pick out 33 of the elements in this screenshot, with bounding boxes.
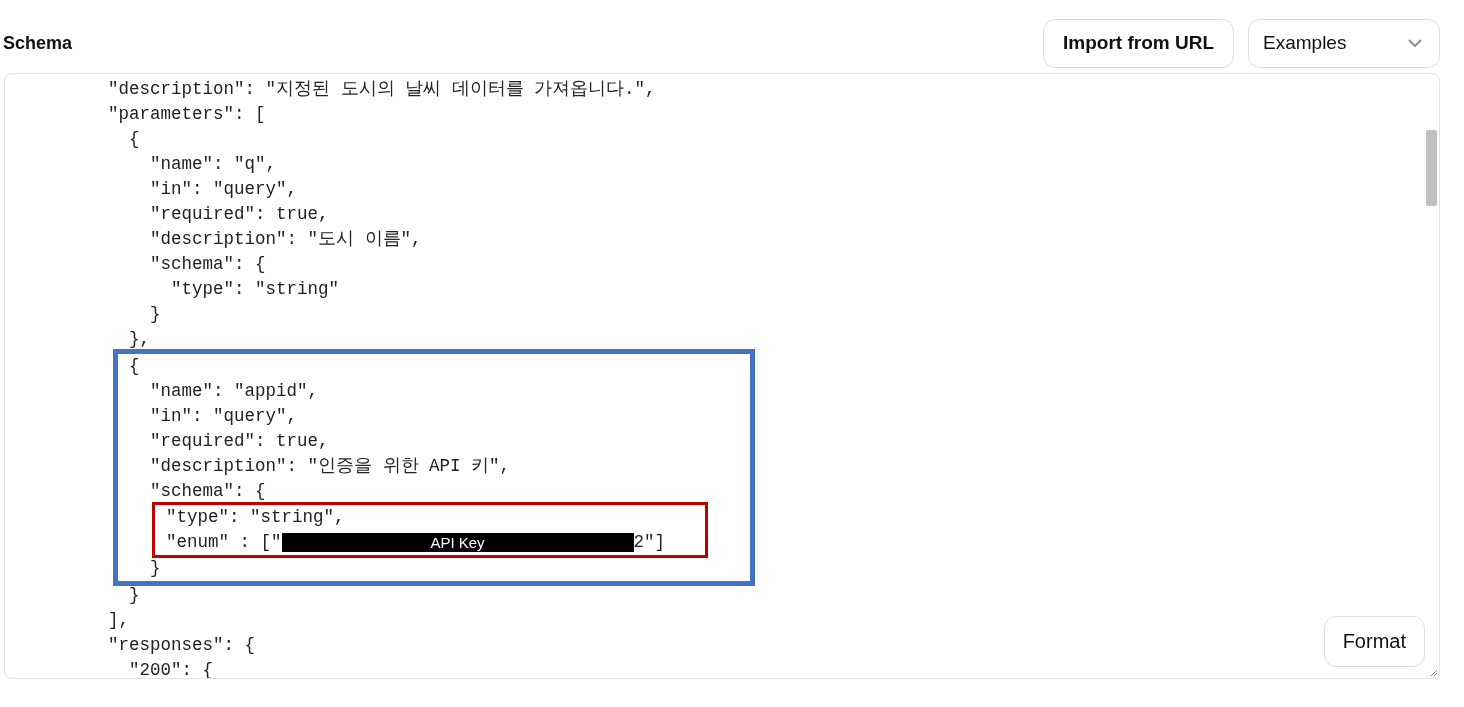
resize-grip-icon[interactable]	[1428, 667, 1438, 677]
code-line: "parameters": [	[108, 103, 266, 126]
code-line: "description": "인증을 위한 API 키",	[149, 455, 511, 478]
chevron-down-icon	[1407, 38, 1423, 48]
code-line: ],	[108, 609, 129, 632]
code-line: "in": "query",	[149, 405, 298, 428]
code-line: "responses": {	[108, 634, 256, 657]
code-line: "enum" : [" API Key 2"]	[165, 531, 666, 554]
code-line: "type": "string"	[170, 278, 340, 301]
code-line: "description": "도시 이름",	[149, 228, 422, 251]
code-line: "schema": {	[149, 480, 266, 503]
code-line: {	[128, 355, 140, 378]
code-line: "in": "query",	[149, 178, 298, 201]
code-line: }	[149, 557, 161, 580]
redaction-bar: API Key	[281, 532, 634, 552]
code-line: },	[128, 328, 150, 351]
code-line: }	[128, 584, 140, 607]
section-title: Schema	[3, 32, 73, 54]
scrollbar-thumb[interactable]	[1426, 130, 1437, 206]
code-line: "required": true,	[149, 430, 329, 453]
code-editor[interactable]	[4, 73, 1440, 679]
code-line: "name": "q",	[149, 153, 277, 176]
code-line: "type": "string",	[165, 506, 345, 529]
code-line: "name": "appid",	[149, 380, 319, 403]
format-button[interactable]: Format	[1323, 616, 1425, 667]
examples-dropdown[interactable]: Examples	[1248, 18, 1440, 68]
code-line: "description": "지정된 도시의 날씨 데이터를 가져옵니다.",	[108, 78, 656, 101]
import-button[interactable]: Import from URL	[1043, 18, 1234, 68]
code-line: "200": {	[128, 659, 214, 678]
code-line: }	[149, 303, 161, 326]
code-line: "schema": {	[149, 253, 266, 276]
code-line: "required": true,	[149, 203, 329, 226]
code-line: {	[128, 128, 140, 151]
